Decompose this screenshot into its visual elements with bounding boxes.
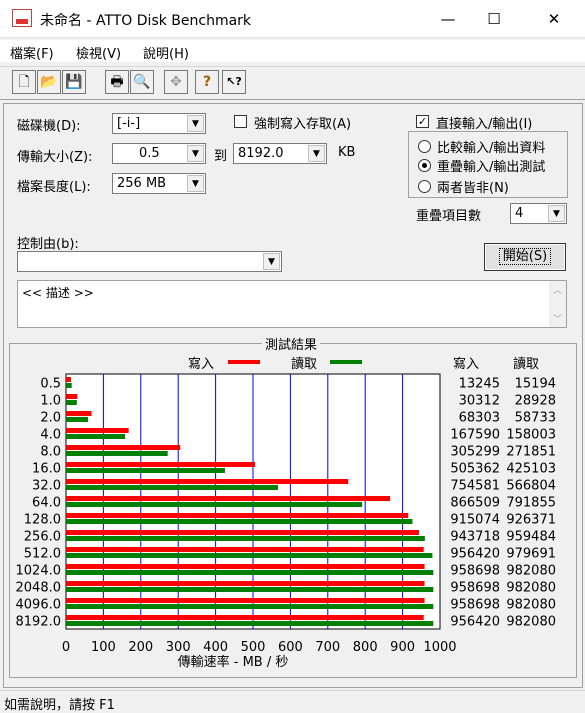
category-label: 128.0 [24,513,61,528]
write-value-label: 30312 [459,394,500,409]
x-axis-label: 傳輸速率 - MB / 秒 [178,654,289,670]
read-bar [66,383,72,388]
read-value-label: 982080 [506,615,556,630]
write-value-label: 68303 [459,411,500,426]
x-tick-label: 500 [241,640,266,655]
x-tick-label: 400 [203,640,228,655]
category-label: 32.0 [32,479,61,494]
write-bar [66,615,424,620]
read-value-label: 425103 [506,462,556,477]
read-value-label: 566804 [506,479,556,494]
category-label: 2.0 [40,411,61,426]
category-label: 64.0 [32,496,61,511]
read-bar [66,570,434,575]
read-value-label: 791855 [506,496,556,511]
write-bar [66,411,92,416]
read-value-label: 982080 [506,581,556,596]
read-value-label: 926371 [506,513,556,528]
x-tick-label: 100 [91,640,116,655]
read-value-label: 959484 [506,530,556,545]
write-value-label: 958698 [450,564,500,579]
write-bar [66,513,409,518]
write-bar [66,530,419,535]
category-label: 4.0 [40,428,61,443]
read-bar [66,485,278,490]
read-bar [66,400,77,405]
x-tick-label: 0 [62,640,70,655]
write-bar [66,564,425,569]
read-value-label: 15194 [515,377,556,392]
read-value-label: 982080 [506,564,556,579]
write-value-label: 13245 [459,377,500,392]
write-value-label: 956420 [450,615,500,630]
read-bar [66,536,425,541]
write-bar [66,598,425,603]
read-bar [66,468,225,473]
write-bar [66,462,256,467]
read-bar [66,451,168,456]
write-value-label: 167590 [450,428,500,443]
write-bar [66,581,425,586]
category-label: 8192.0 [16,615,62,630]
read-value-label: 58733 [515,411,556,426]
write-value-label: 958698 [450,581,500,596]
category-label: 4096.0 [16,598,62,613]
x-tick-label: 600 [278,640,303,655]
read-bar [66,553,433,558]
benchmark-chart: 0 100 200 300 400 500 600 700 800 900 1000 傳輸速率 - M… [16,373,556,670]
read-value-label: 28928 [515,394,556,409]
read-bar [66,417,88,422]
write-value-label: 958698 [450,598,500,613]
write-bar [66,377,71,382]
x-tick-label: 300 [166,640,191,655]
write-value-label: 915074 [450,513,500,528]
category-label: 1.0 [40,394,61,409]
x-tick-label: 700 [315,640,340,655]
read-value-label: 158003 [506,428,556,443]
category-label: 8.0 [40,445,61,460]
read-bar [66,587,434,592]
category-label: 0.5 [40,377,61,392]
category-label: 16.0 [32,462,61,477]
x-tick-label: 200 [128,640,153,655]
category-label: 1024.0 [16,564,62,579]
read-bar [66,621,434,626]
write-bar [66,428,129,433]
category-label: 256.0 [24,530,61,545]
write-bar [66,496,391,501]
read-value-label: 979691 [506,547,556,562]
write-bar [66,547,424,552]
write-bar [66,445,181,450]
write-bar [66,394,78,399]
x-tick-label: 800 [353,640,378,655]
read-bar [66,604,434,609]
write-value-label: 866509 [450,496,500,511]
status-text: 如需說明，請按 F1 [4,698,115,713]
write-value-label: 505362 [450,462,500,477]
read-bar [66,502,363,507]
write-value-label: 943718 [450,530,500,545]
category-label: 2048.0 [16,581,62,596]
read-bar [66,434,126,439]
write-value-label: 305299 [450,445,500,460]
read-bar [66,519,413,524]
read-value-label: 271851 [506,445,556,460]
category-label: 512.0 [24,547,61,562]
write-value-label: 956420 [450,547,500,562]
write-bar [66,479,349,484]
read-value-label: 982080 [506,598,556,613]
x-tick-label: 1000 [423,640,456,655]
write-value-label: 754581 [450,479,500,494]
x-tick-label: 900 [390,640,415,655]
